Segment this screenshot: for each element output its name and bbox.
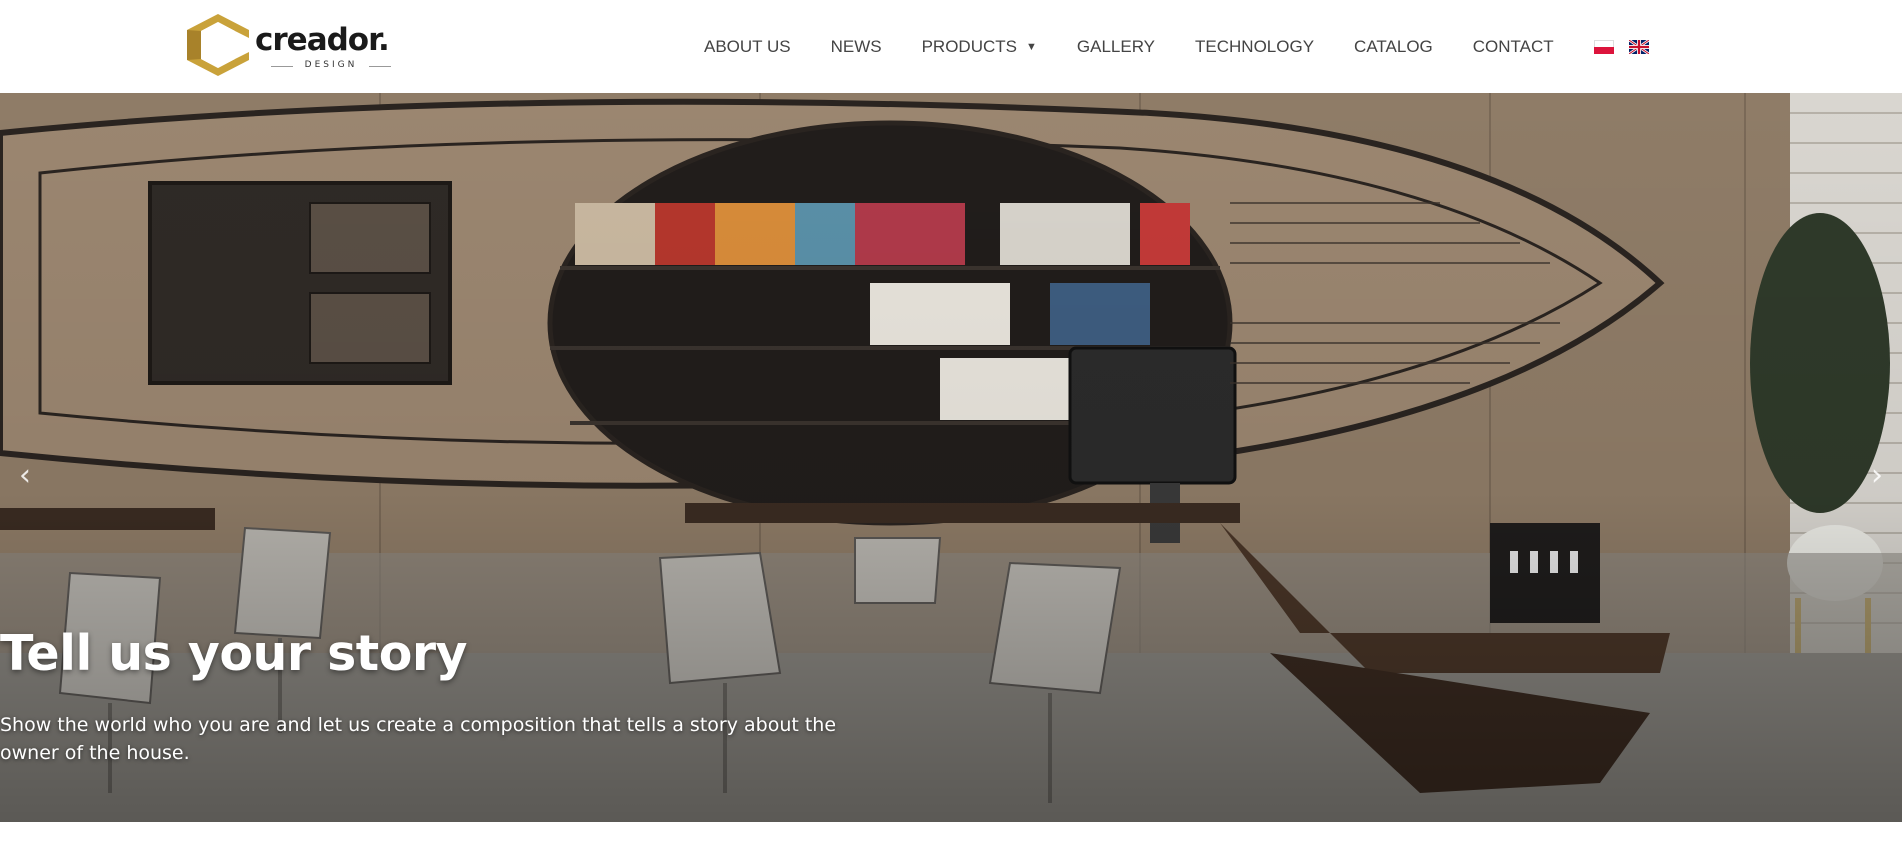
nav-item-label: ABOUT US [704,36,791,56]
nav-item-products[interactable]: PRODUCTS ▼ [922,37,1037,57]
brand-logo[interactable]: creador. DESIGN [183,12,413,78]
nav-item-label: CONTACT [1472,36,1554,56]
slider-next-chevron-right-icon[interactable]: › [1857,445,1897,505]
nav-item-label: GALLERY [1076,36,1156,56]
nav-item-technology[interactable]: TECHNOLOGY [1195,37,1314,57]
main-navigation: ABOUT US NEWS PRODUCTS ▼ GALLERY TECHNOLO… [704,0,1664,93]
uk-flag-icon[interactable] [1628,39,1649,54]
hero-title: Tell us your story [0,625,467,682]
nav-item-news[interactable]: NEWS [831,37,882,57]
brand-name: creador. [255,22,390,58]
nav-item-about-us[interactable]: ABOUT US [704,37,791,57]
site-header: creador. DESIGN ABOUT US NEWS PRODUCTS ▼ … [0,0,1902,93]
nav-item-contact[interactable]: CONTACT [1473,37,1554,57]
nav-item-label: PRODUCTS [921,36,1017,56]
nav-item-label: CATALOG [1354,36,1433,56]
slider-prev-chevron-left-icon[interactable]: ‹ [5,445,45,505]
nav-item-gallery[interactable]: GALLERY [1077,37,1155,57]
caret-down-icon: ▼ [1026,40,1037,53]
poland-flag-icon[interactable] [1593,39,1614,54]
hero-slider: ‹ › Tell us your story Show the world wh… [0,93,1902,822]
brand-tagline: DESIGN [271,60,391,70]
nav-item-label: TECHNOLOGY [1195,36,1315,56]
nav-item-catalog[interactable]: CATALOG [1354,37,1433,57]
hero-description: Show the world who you are and let us cr… [0,714,837,764]
hexagon-c-logo-icon [187,14,249,76]
nav-item-label: NEWS [830,36,882,56]
